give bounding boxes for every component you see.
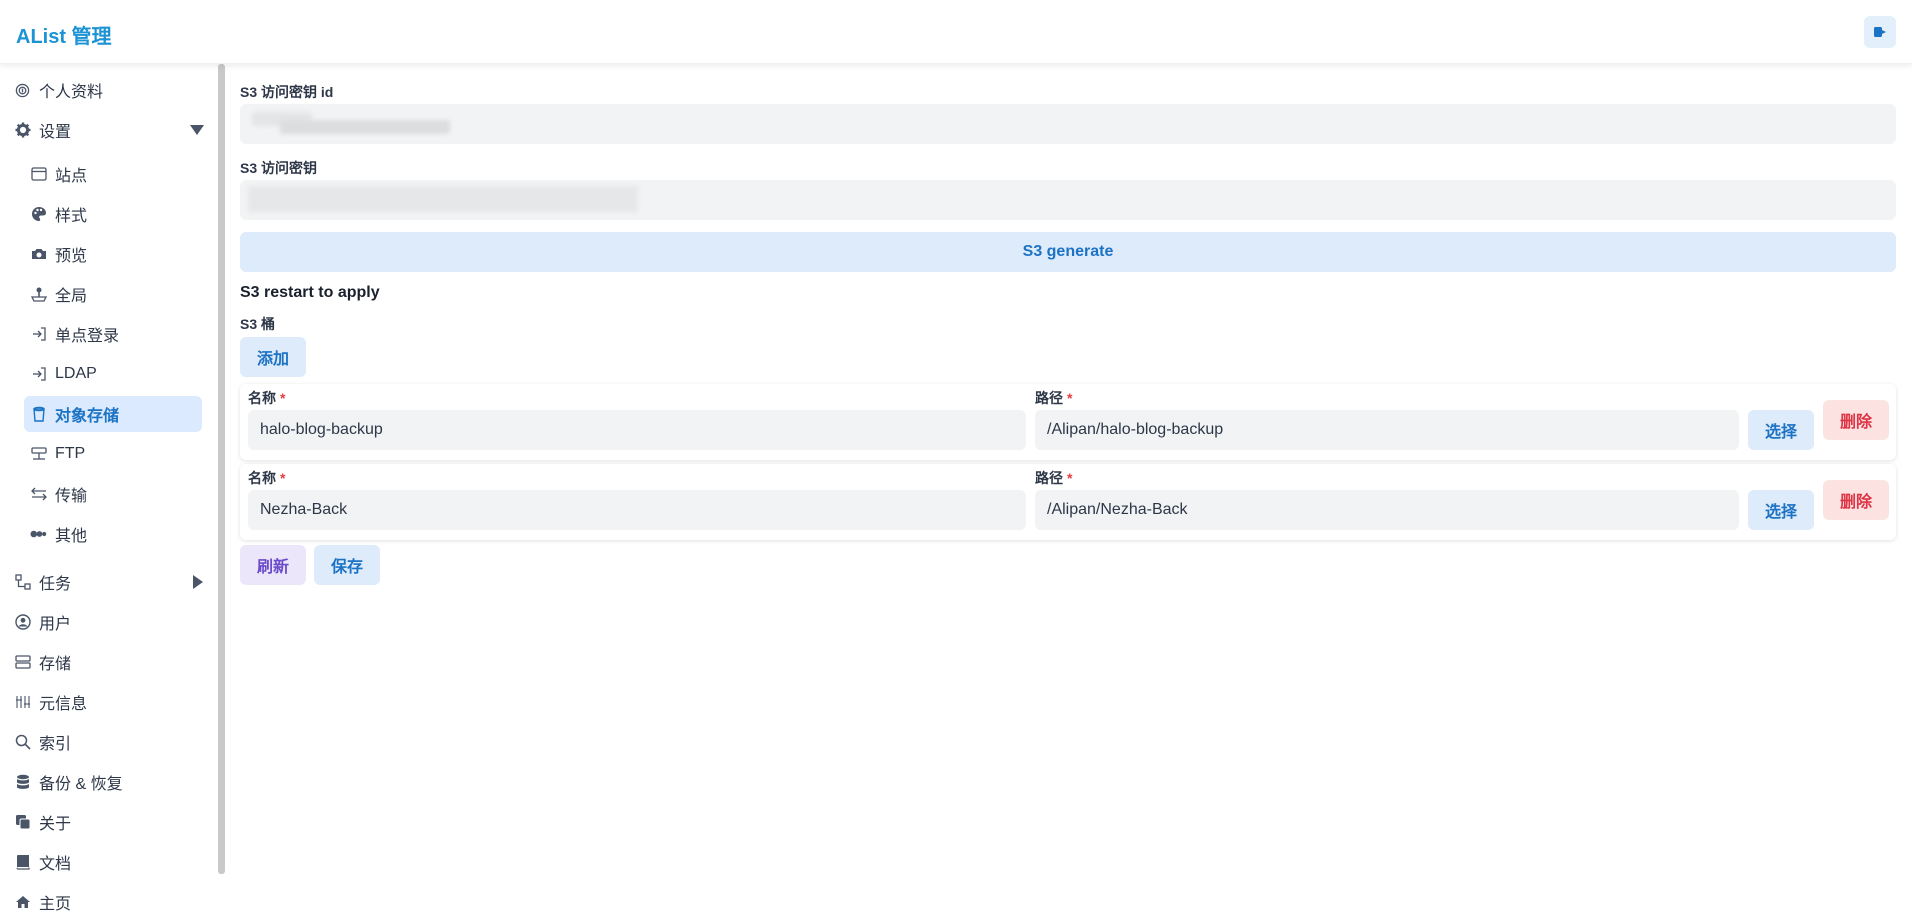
bucket-name-input[interactable]: Nezha-Back [248, 490, 1026, 530]
user-icon [14, 614, 31, 631]
sidebar-item-label: 任务 [39, 576, 72, 593]
redacted-value [248, 186, 638, 212]
refresh-button[interactable]: 刷新 [240, 545, 306, 585]
sidebar-item-ldap[interactable]: LDAP [30, 356, 200, 392]
home-icon [14, 894, 31, 911]
meta-icon [14, 694, 31, 711]
sidebar-item-settings[interactable]: 设置 [14, 112, 204, 148]
sidebar-item-other[interactable]: 其他 [30, 516, 200, 552]
sidebar-item-object-storage[interactable]: 对象存储 [24, 396, 202, 432]
access-key-id-label: S3 访问密钥 id [240, 84, 334, 100]
palette-icon [30, 206, 47, 223]
joystick-icon [30, 286, 47, 303]
book-icon [14, 854, 31, 871]
sidebar-item-docs[interactable]: 文档 [14, 844, 204, 880]
sidebar-item-index[interactable]: 索引 [14, 724, 204, 760]
sidebar-item-label: LDAP [55, 365, 97, 382]
save-button[interactable]: 保存 [314, 545, 380, 585]
app-title: AList 管理 [16, 26, 112, 48]
window-icon [30, 166, 47, 183]
sidebar-item-style[interactable]: 样式 [30, 196, 200, 232]
restart-note: S3 restart to apply [240, 284, 380, 301]
sidebar-item-label: 其他 [55, 528, 88, 545]
main-content: S3 访问密钥 id S3 访问密钥 S3 generate S3 restar… [240, 64, 1896, 924]
redacted-value [280, 120, 450, 134]
sidebar-item-home[interactable]: 主页 [14, 884, 204, 920]
sidebar-item-users[interactable]: 用户 [14, 604, 204, 640]
sidebar-item-sso[interactable]: 单点登录 [30, 316, 200, 352]
sidebar-item-label: 样式 [55, 208, 88, 225]
add-bucket-button[interactable]: 添加 [240, 337, 306, 377]
sidebar-item-label: 全局 [55, 288, 88, 305]
ftp-icon [30, 446, 47, 463]
sidebar-item-label: 元信息 [39, 696, 88, 713]
sidebar-item-label: 对象存储 [55, 408, 120, 425]
tasks-icon [14, 574, 31, 591]
sidebar-item-preview[interactable]: 预览 [30, 236, 200, 272]
logout-button[interactable] [1864, 16, 1896, 48]
access-key-field[interactable] [240, 180, 1896, 220]
s3-generate-button[interactable]: S3 generate [240, 232, 1896, 272]
sidebar-item-label: 个人资料 [39, 84, 104, 101]
camera-icon [30, 246, 47, 263]
bucket-row: 名称 * Nezha-Back 路径 * /Alipan/Nezha-Back 选择… [240, 464, 1896, 540]
sidebar-item-label: 存储 [39, 656, 72, 673]
sidebar-item-label: 索引 [39, 736, 72, 753]
buckets-label: S3 桶 [240, 316, 276, 332]
sidebar: 个人资料 设置 站点 样式 预览 全局 单点登录 LDAP 对象存储 FTP 传… [0, 64, 218, 924]
sidebar-item-transfer[interactable]: 传输 [30, 476, 200, 512]
bucket-path-input[interactable]: /Alipan/halo-blog-backup [1035, 410, 1739, 450]
fingerprint-icon [14, 82, 31, 99]
sidebar-item-label: 设置 [39, 124, 72, 141]
select-path-button[interactable]: 选择 [1748, 490, 1814, 530]
access-key-label: S3 访问密钥 [240, 160, 318, 176]
logout-icon [1874, 27, 1886, 37]
bucket-icon [30, 406, 47, 423]
bucket-name-input[interactable]: halo-blog-backup [248, 410, 1026, 450]
sidebar-item-global[interactable]: 全局 [30, 276, 200, 312]
sidebar-item-label: 用户 [39, 616, 72, 633]
transfer-icon [30, 486, 47, 503]
caret-right-icon [192, 575, 204, 594]
sidebar-scrollbar[interactable] [218, 64, 225, 874]
delete-bucket-button[interactable]: 删除 [1823, 480, 1889, 520]
bucket-row: 名称 * halo-blog-backup 路径 * /Alipan/halo-bl… [240, 384, 1896, 460]
sidebar-item-backup[interactable]: 备份 & 恢复 [14, 764, 204, 800]
sidebar-item-label: 备份 & 恢复 [39, 776, 123, 793]
search-icon [14, 734, 31, 751]
sidebar-item-label: 主页 [39, 896, 72, 913]
sidebar-item-site[interactable]: 站点 [30, 156, 200, 192]
storage-icon [14, 654, 31, 671]
more-icon [30, 526, 47, 543]
sidebar-item-label: 单点登录 [55, 328, 120, 345]
bucket-path-label: 路径 * [1035, 390, 1073, 406]
bucket-path-input[interactable]: /Alipan/Nezha-Back [1035, 490, 1739, 530]
login-icon [30, 366, 47, 383]
top-header: AList 管理 [0, 0, 1912, 64]
sidebar-item-label: 预览 [55, 248, 88, 265]
sidebar-item-label: 站点 [55, 168, 88, 185]
sidebar-item-label: 文档 [39, 856, 72, 873]
delete-bucket-button[interactable]: 删除 [1823, 400, 1889, 440]
select-path-button[interactable]: 选择 [1748, 410, 1814, 450]
sidebar-item-label: 传输 [55, 488, 88, 505]
sidebar-item-about[interactable]: 关于 [14, 804, 204, 840]
bucket-name-label: 名称 * [248, 470, 286, 486]
sidebar-item-ftp[interactable]: FTP [30, 436, 200, 472]
sidebar-item-label: FTP [55, 445, 86, 462]
sidebar-item-tasks[interactable]: 任务 [14, 564, 204, 600]
bucket-path-label: 路径 * [1035, 470, 1073, 486]
sidebar-item-label: 关于 [39, 816, 72, 833]
sidebar-item-storage[interactable]: 存储 [14, 644, 204, 680]
login-icon [30, 326, 47, 343]
bucket-name-label: 名称 * [248, 390, 286, 406]
sidebar-item-meta[interactable]: 元信息 [14, 684, 204, 720]
sidebar-item-profile[interactable]: 个人资料 [14, 72, 204, 108]
gear-icon [14, 122, 31, 139]
caret-down-icon [190, 123, 204, 141]
access-key-id-field[interactable] [240, 104, 1896, 144]
database-icon [14, 774, 31, 791]
copy-icon [14, 814, 31, 831]
